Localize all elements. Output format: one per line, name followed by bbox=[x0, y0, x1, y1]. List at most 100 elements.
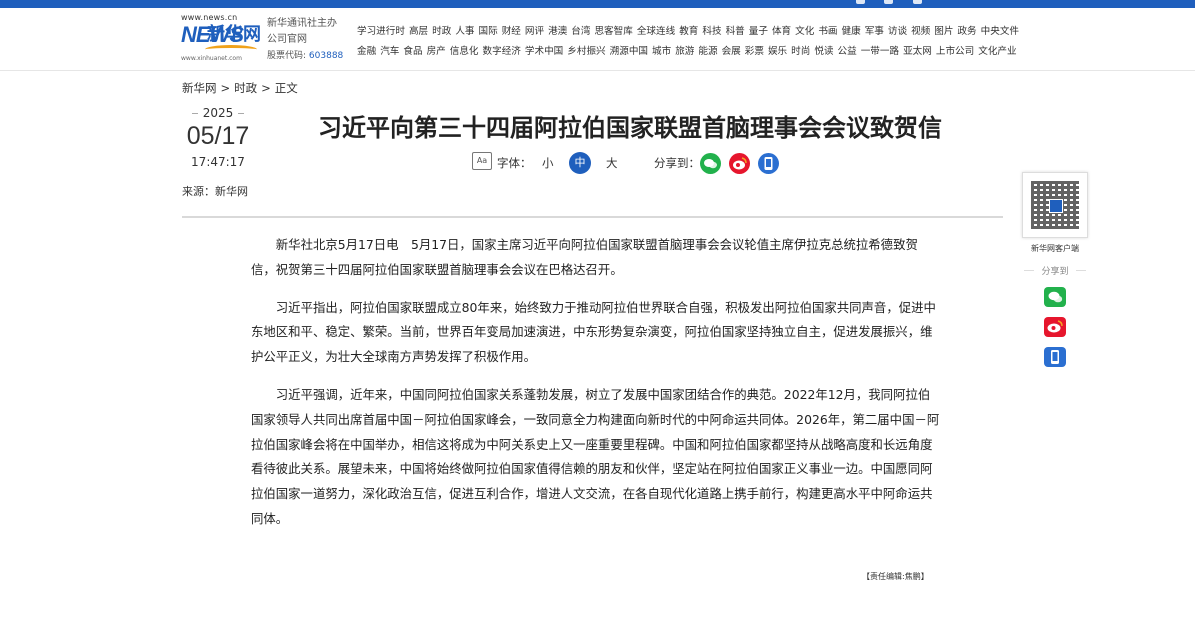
stock-code-link[interactable]: 603888 bbox=[309, 51, 343, 61]
site-header: www.news.cn NEWS 新华网 www.xinhuanet.com 新… bbox=[0, 8, 1195, 71]
nav-item[interactable]: 中央文件 bbox=[981, 26, 1019, 37]
logo-swoosh bbox=[205, 45, 257, 54]
org-info: 新华通讯社主办 公司官网 股票代码: 603888 bbox=[267, 16, 343, 64]
nav-item[interactable]: 台湾 bbox=[571, 26, 590, 37]
nav-item[interactable]: 金融 bbox=[357, 46, 376, 57]
breadcrumb: 新华网 > 时政 > 正文 bbox=[182, 80, 302, 96]
stock-code: 股票代码: 603888 bbox=[267, 48, 343, 64]
nav-item[interactable]: 溯源中国 bbox=[610, 46, 648, 57]
nav-item[interactable]: 思客智库 bbox=[594, 26, 632, 37]
nav-item[interactable]: 房产 bbox=[427, 46, 446, 57]
article-paragraph: 新华社北京5月17日电 5月17日，国家主席习近平向阿拉伯国家联盟首脑理事会会议… bbox=[251, 237, 918, 277]
nav-item[interactable]: 城市 bbox=[652, 46, 671, 57]
nav-item[interactable]: 乡村振兴 bbox=[567, 46, 605, 57]
breadcrumb-sep: > bbox=[220, 81, 231, 95]
nav-item[interactable]: 量子 bbox=[749, 26, 768, 37]
font-size-large-button[interactable]: 大 bbox=[606, 155, 618, 171]
article-paragraph: 习近平指出，阿拉伯国家联盟成立80年来，始终致力于推动阿拉伯世界联合自强，积极发… bbox=[251, 299, 936, 365]
nav-item[interactable]: 政务 bbox=[957, 26, 976, 37]
nav-item[interactable]: 图片 bbox=[934, 26, 953, 37]
nav-item[interactable]: 访谈 bbox=[888, 26, 907, 37]
sidebar-share-label: 分享到 bbox=[1022, 264, 1088, 277]
logo-url-small: www.xinhuanet.com bbox=[181, 55, 242, 62]
logo-cn-text: 新华网 bbox=[207, 24, 261, 45]
nav-item[interactable]: 数字经济 bbox=[483, 46, 521, 57]
nav-item[interactable]: 会展 bbox=[722, 46, 741, 57]
sidebar-weibo-icon[interactable] bbox=[1044, 317, 1066, 337]
nav-item[interactable]: 彩票 bbox=[745, 46, 764, 57]
sidebar-mobile-icon[interactable] bbox=[1044, 347, 1066, 367]
nav-item[interactable]: 上市公司 bbox=[936, 46, 974, 57]
nav-item[interactable]: 旅游 bbox=[675, 46, 694, 57]
article-paragraph: 习近平强调，近年来，中国同阿拉伯国家关系蓬勃发展，树立了发展中国家团结合作的典范… bbox=[251, 386, 940, 526]
nav-item[interactable]: 学术中国 bbox=[525, 46, 563, 57]
qr-label: 新华网客户端 bbox=[1031, 244, 1079, 253]
nav-item[interactable]: 学习进行时 bbox=[357, 26, 405, 37]
top-bar-icon[interactable] bbox=[884, 0, 893, 4]
responsible-editor: 【责任编辑:焦鹏】 bbox=[862, 572, 929, 581]
nav-item[interactable]: 视频 bbox=[911, 26, 930, 37]
org-line2: 公司官网 bbox=[267, 34, 307, 45]
stock-label: 股票代码: bbox=[267, 51, 307, 61]
nav-item[interactable]: 人事 bbox=[455, 26, 474, 37]
article-body: 新华社北京5月17日电 5月17日，国家主席习近平向阿拉伯国家联盟首脑理事会会议… bbox=[251, 233, 941, 545]
nav-item[interactable]: 科技 bbox=[702, 26, 721, 37]
nav-row-2: 金融 汽车 食品 房产 信息化 数字经济 学术中国 乡村振兴 溯源中国 城市 旅游 能源 会展 彩票 娱乐时… bbox=[357, 42, 1017, 62]
breadcrumb-sep: > bbox=[261, 81, 271, 95]
qr-center-logo bbox=[1049, 199, 1063, 213]
share-label: 分享到： bbox=[654, 156, 700, 170]
nav-item[interactable]: 全球连线 bbox=[637, 26, 675, 37]
publish-year: 2025 bbox=[182, 106, 254, 120]
nav-item[interactable]: 汽车 bbox=[380, 46, 399, 57]
nav-item[interactable]: 港澳 bbox=[548, 26, 567, 37]
publish-time: 17:47:17 bbox=[191, 155, 245, 169]
article-source: 来源：新华网 bbox=[182, 185, 248, 198]
breadcrumb-current: 正文 bbox=[274, 81, 298, 95]
nav-item[interactable]: 高层 bbox=[409, 26, 428, 37]
font-size-label: 字体： bbox=[497, 156, 532, 170]
nav-item[interactable]: 体育 bbox=[772, 26, 791, 37]
nav-item[interactable]: 教育 bbox=[679, 26, 698, 37]
site-logo[interactable]: www.news.cn NEWS 新华网 www.xinhuanet.com bbox=[181, 13, 263, 65]
org-line1: 新华通讯社主办 bbox=[267, 18, 337, 29]
sidebar: 新华网客户端 分享到 bbox=[1022, 172, 1088, 367]
publish-date: 2025 05/17 17:47:17 bbox=[182, 106, 254, 169]
nav-item[interactable]: 能源 bbox=[698, 46, 717, 57]
top-bar-icon[interactable] bbox=[913, 0, 922, 4]
top-bar bbox=[0, 0, 1195, 8]
breadcrumb-home[interactable]: 新华网 bbox=[182, 81, 217, 95]
font-size-medium-button[interactable]: 中 bbox=[569, 152, 591, 174]
nav-item[interactable]: 时政 bbox=[432, 26, 451, 37]
nav-item[interactable]: 悦读 bbox=[814, 46, 833, 57]
mobile-share-icon[interactable] bbox=[758, 153, 779, 174]
nav-item[interactable]: 军事 bbox=[865, 26, 884, 37]
weibo-share-icon[interactable] bbox=[729, 153, 750, 174]
app-qr-code bbox=[1022, 172, 1088, 238]
font-size-icon: Aa bbox=[472, 152, 492, 170]
nav-row-1: 学习进行时 高层 时政 人事 国际 财经 网评 港澳 台湾 思客智库 全球连线 教育 科技 科普 量子 体育文… bbox=[357, 22, 1019, 42]
top-bar-icon[interactable] bbox=[856, 0, 865, 4]
nav-item[interactable]: 公益 bbox=[838, 46, 857, 57]
nav-item[interactable]: 财经 bbox=[502, 26, 521, 37]
nav-item[interactable]: 书画 bbox=[818, 26, 837, 37]
sidebar-wechat-icon[interactable] bbox=[1044, 287, 1066, 307]
nav-item[interactable]: 信息化 bbox=[450, 46, 479, 57]
wechat-share-icon[interactable] bbox=[700, 153, 721, 174]
nav-item[interactable]: 科普 bbox=[726, 26, 745, 37]
breadcrumb-section[interactable]: 时政 bbox=[234, 81, 257, 95]
nav-item[interactable]: 亚太网 bbox=[903, 46, 932, 57]
nav-item[interactable]: 文化产业 bbox=[978, 46, 1016, 57]
nav-item[interactable]: 时尚 bbox=[791, 46, 810, 57]
font-size-small-button[interactable]: 小 bbox=[542, 155, 554, 171]
publish-month-day: 05/17 bbox=[186, 122, 250, 150]
nav-item[interactable]: 网评 bbox=[525, 26, 544, 37]
nav-item[interactable]: 文化 bbox=[795, 26, 814, 37]
title-divider bbox=[182, 216, 1003, 218]
nav-item[interactable]: 国际 bbox=[479, 26, 498, 37]
nav-item[interactable]: 一带一路 bbox=[861, 46, 899, 57]
nav-item[interactable]: 健康 bbox=[842, 26, 861, 37]
main-nav: 学习进行时 高层 时政 人事 国际 财经 网评 港澳 台湾 思客智库 全球连线 教育 科技 科普 量子 体育文… bbox=[357, 22, 1019, 62]
article-title: 习近平向第三十四届阿拉伯国家联盟首脑理事会会议致贺信 bbox=[318, 114, 942, 142]
nav-item[interactable]: 娱乐 bbox=[768, 46, 787, 57]
nav-item[interactable]: 食品 bbox=[403, 46, 422, 57]
